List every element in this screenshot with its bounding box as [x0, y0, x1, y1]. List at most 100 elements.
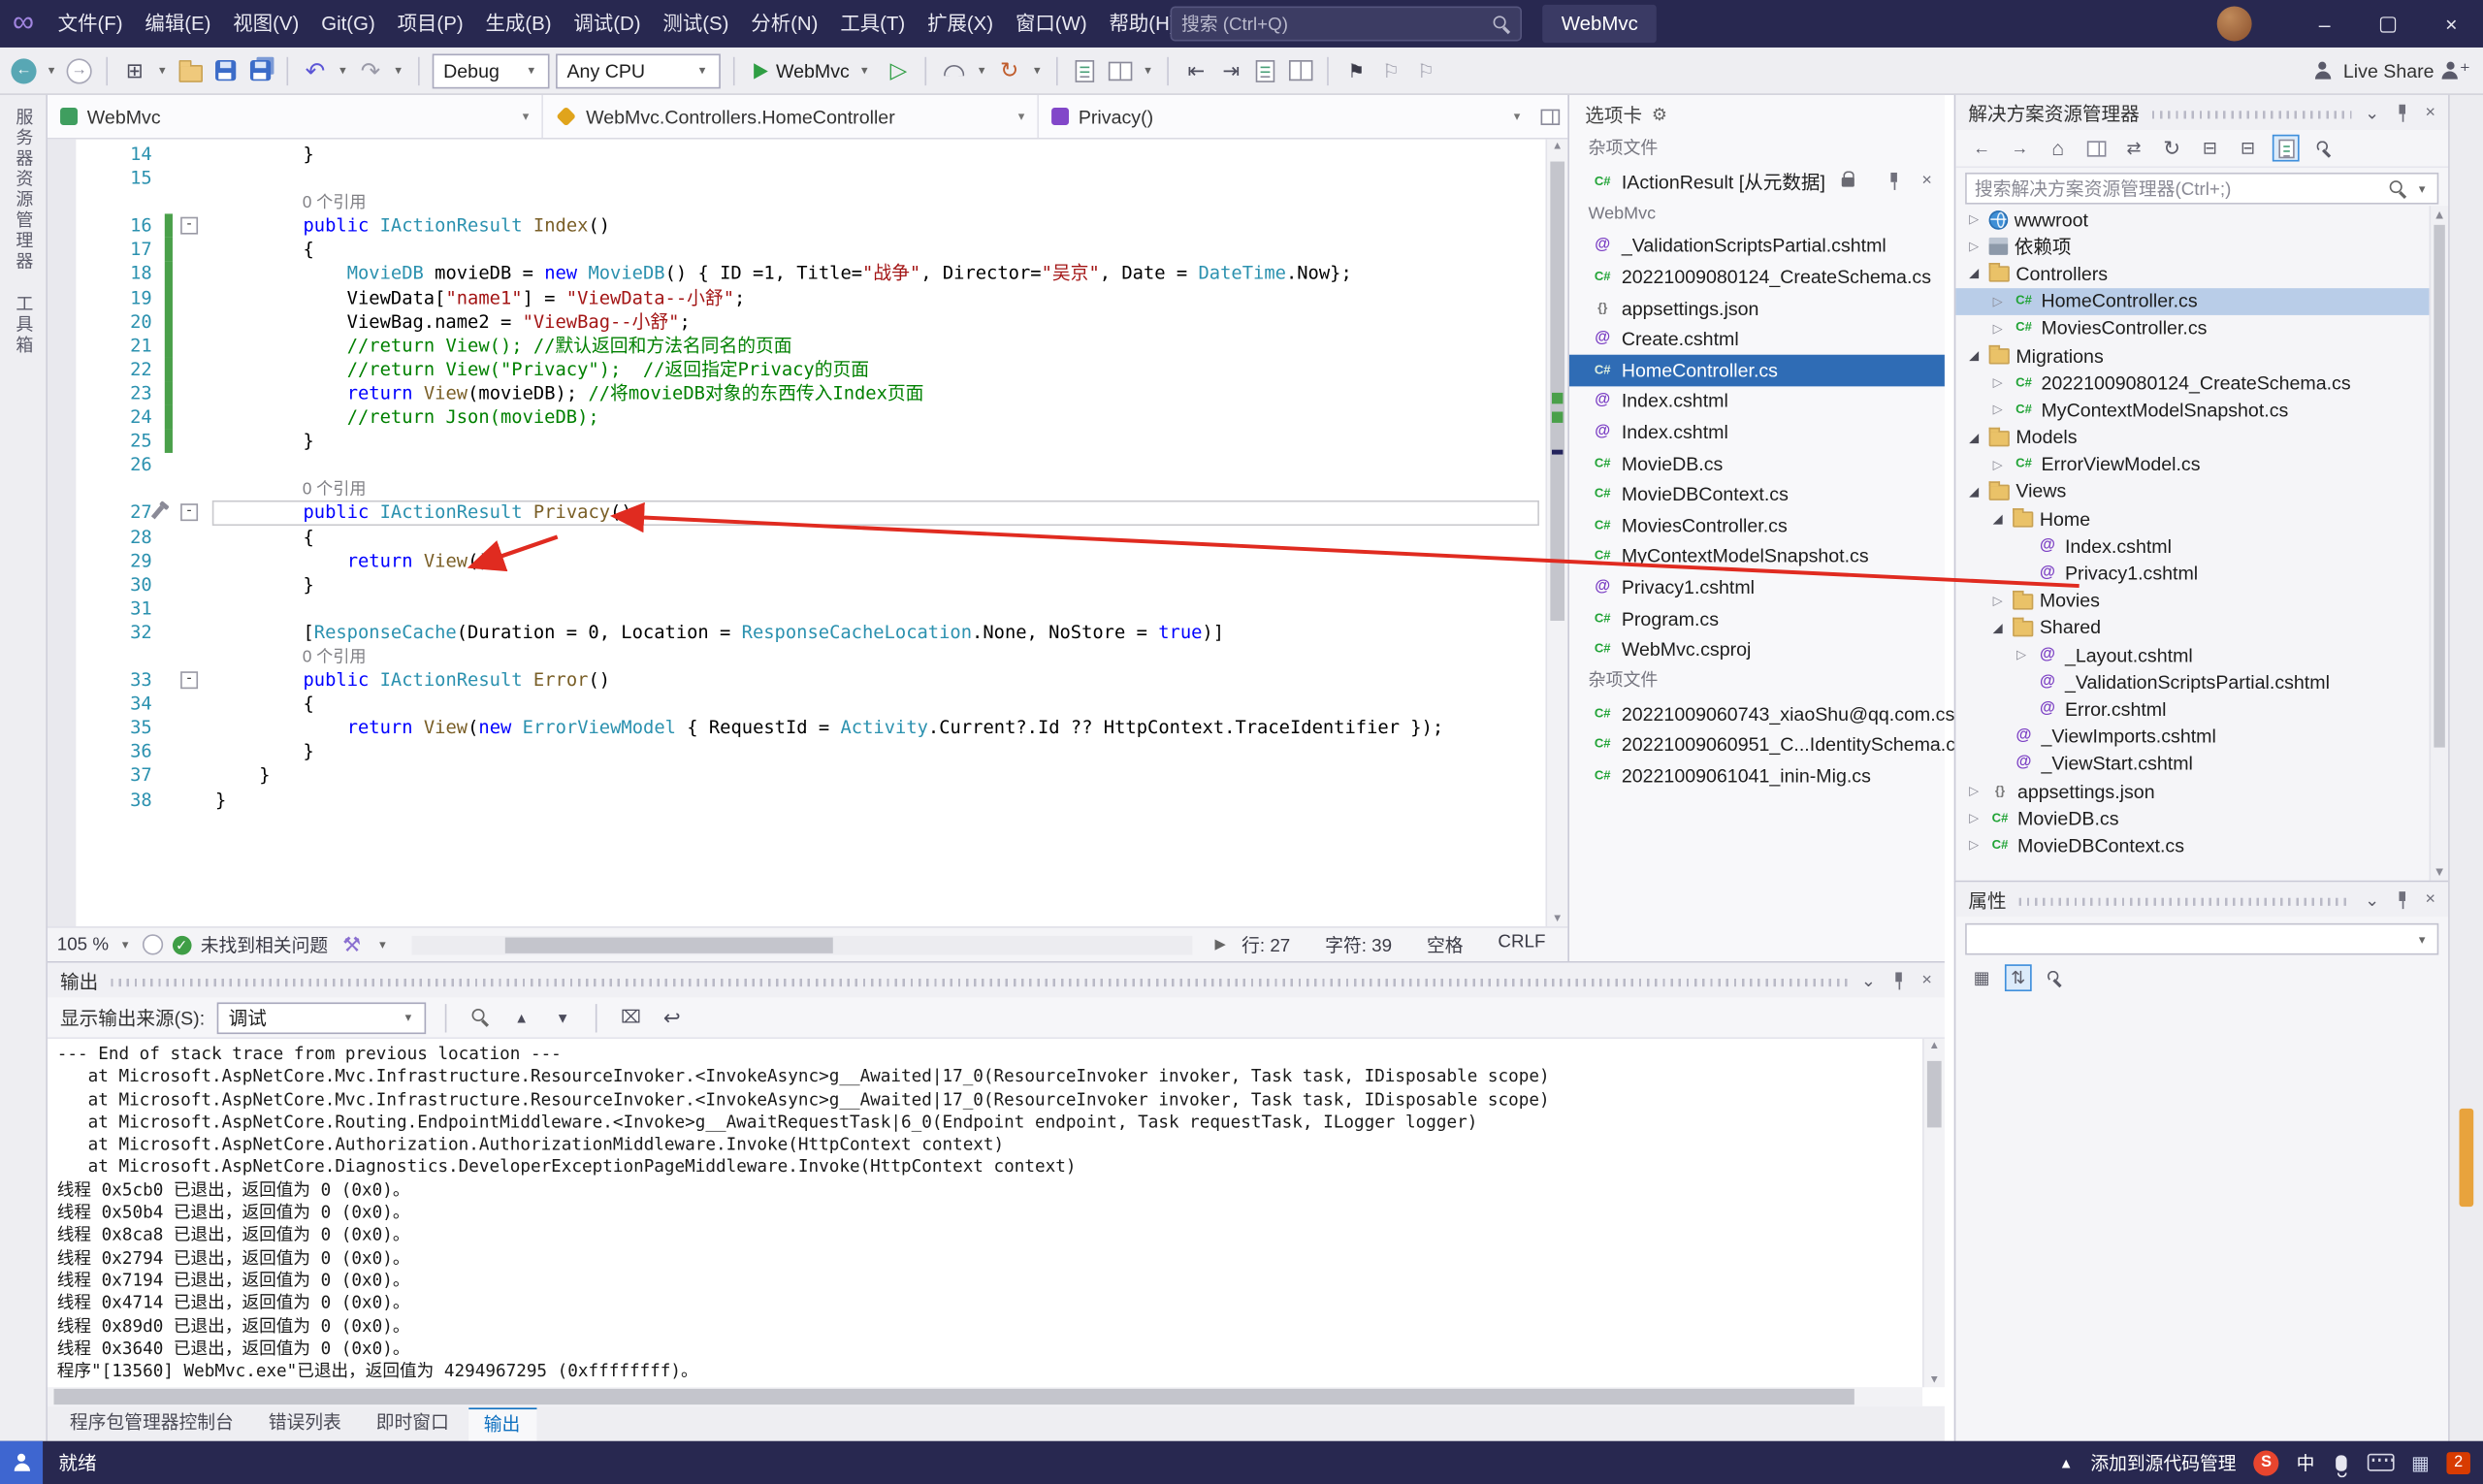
pin-icon[interactable] [1891, 972, 1906, 989]
navigate-dropdown-icon[interactable]: ▾ [45, 63, 59, 78]
document-tab[interactable]: C#MoviesController.cs [1569, 510, 1945, 541]
tree-item[interactable]: @Privacy1.cshtml [1955, 560, 2429, 587]
properties-object-dropdown[interactable]: ▾ [1965, 923, 2438, 955]
hot-reload-button[interactable]: ↻ [995, 54, 1023, 86]
collapsed-arrow-icon[interactable]: ▷ [1989, 403, 2007, 417]
alphabetical-sort-icon[interactable]: ⇅ [2005, 964, 2032, 991]
previous-message-icon[interactable]: ▲ [507, 1002, 535, 1034]
add-to-source-control[interactable]: 添加到源代码管理 [2090, 1450, 2236, 1475]
code-cleanup-icon[interactable]: ⚒ [338, 929, 366, 961]
new-project-button[interactable]: ⊞ [120, 54, 148, 86]
codelens-references[interactable]: 0 个引用 [303, 646, 367, 670]
document-tab[interactable]: C#20221009061041_inin-Mig.cs [1569, 760, 1945, 791]
gear-icon[interactable]: ⚙ [1652, 104, 1667, 124]
scrollbar-thumb[interactable] [1550, 162, 1564, 621]
editor-vertical-scrollbar[interactable]: ▲ ▼ [1545, 140, 1567, 926]
tree-item[interactable]: ◢Shared [1955, 614, 2429, 641]
menu-item[interactable]: 编辑(E) [134, 0, 222, 48]
expanded-arrow-icon[interactable]: ◢ [1965, 485, 1983, 500]
start-without-debugging-button[interactable]: ▷ [885, 54, 913, 86]
property-pages-icon[interactable] [2041, 964, 2068, 991]
tool-tab-错误列表[interactable]: 错误列表 [252, 1407, 357, 1439]
collapsed-arrow-icon[interactable]: ▷ [1965, 240, 1983, 254]
categorized-icon[interactable]: ▦ [1968, 964, 1995, 991]
output-horizontal-scrollbar[interactable] [48, 1387, 1922, 1406]
collapsed-arrow-icon[interactable]: ▷ [1989, 321, 2007, 336]
drag-grip[interactable] [2152, 111, 2352, 118]
tool-tab-程序包管理器控制台[interactable]: 程序包管理器控制台 [54, 1407, 250, 1439]
redo-button[interactable]: ↷ [356, 54, 384, 86]
next-message-icon[interactable]: ▼ [548, 1002, 576, 1034]
expanded-arrow-icon[interactable]: ◢ [1989, 621, 2007, 635]
member-dropdown[interactable]: Privacy() ▾ [1039, 95, 1532, 138]
split-editor-icon[interactable] [1532, 95, 1567, 138]
output-vertical-scrollbar[interactable]: ▲ ▼ [1922, 1039, 1945, 1387]
tree-item[interactable]: ◢Views [1955, 478, 2429, 505]
document-tab[interactable]: C#HomeController.cs [1569, 355, 1945, 386]
keyboard-icon[interactable] [2367, 1454, 2394, 1471]
tree-item[interactable]: ▷C#HomeController.cs [1955, 287, 2429, 314]
document-tab[interactable]: {}appsettings.json [1569, 293, 1945, 324]
tool-tab-即时窗口[interactable]: 即时窗口 [360, 1407, 465, 1439]
live-share-label[interactable]: Live Share [2343, 59, 2435, 81]
notifications-badge[interactable]: 2 [2446, 1452, 2469, 1474]
tree-item[interactable]: @Error.cshtml [1955, 695, 2429, 723]
pin-icon[interactable] [2395, 104, 2409, 121]
split-window-button[interactable] [1106, 54, 1134, 86]
microphone-icon[interactable] [2336, 1455, 2346, 1470]
close-icon[interactable]: × [2426, 890, 2436, 908]
collapsed-arrow-icon[interactable]: ▷ [2013, 648, 2030, 662]
codelens-references[interactable]: 0 个引用 [303, 479, 367, 503]
collapsed-arrow-icon[interactable]: ▷ [1965, 811, 1983, 825]
find-in-files-button[interactable] [1071, 54, 1099, 86]
quick-search-input[interactable]: 搜索 (Ctrl+Q) [1171, 7, 1522, 42]
spaces-indicator[interactable]: 空格 [1427, 932, 1464, 957]
find-message-icon[interactable] [467, 1002, 495, 1034]
properties-wrench-icon[interactable] [2310, 135, 2338, 162]
zoom-dropdown[interactable]: 105 % [57, 935, 109, 954]
menu-item[interactable]: 视图(V) [222, 0, 310, 48]
line-indicator[interactable]: 行: 27 [1242, 932, 1290, 957]
tree-item[interactable]: ▷C#MoviesController.cs [1955, 314, 2429, 341]
menu-item[interactable]: 测试(S) [652, 0, 740, 48]
close-icon[interactable]: × [1921, 972, 1932, 989]
collapsed-arrow-icon[interactable]: ▷ [1965, 838, 1983, 853]
document-tab[interactable]: @Privacy1.cshtml [1569, 572, 1945, 603]
forward-icon[interactable]: → [2007, 135, 2034, 162]
tree-item[interactable]: @_ViewStart.cshtml [1955, 750, 2429, 777]
tool-tab-输出[interactable]: 输出 [468, 1407, 535, 1440]
menu-item[interactable]: 调试(D) [563, 0, 652, 48]
tree-item[interactable]: ◢Models [1955, 424, 2429, 451]
document-tab[interactable]: @Index.cshtml [1569, 386, 1945, 417]
hot-reload-dropdown-icon[interactable]: ▾ [1030, 63, 1045, 78]
expanded-arrow-icon[interactable]: ◢ [1965, 430, 1983, 444]
save-all-button[interactable] [245, 54, 274, 86]
collapsed-arrow-icon[interactable]: ▷ [1965, 784, 1983, 798]
fold-toggle-icon[interactable]: - [180, 504, 198, 522]
add-user-icon[interactable]: ⁺ [2440, 54, 2470, 86]
column-indicator[interactable]: 字符: 39 [1325, 932, 1392, 957]
performance-profiler-button[interactable] [940, 54, 968, 86]
scrollbar-thumb[interactable] [54, 1389, 1854, 1404]
refresh-icon[interactable]: ↻ [2158, 135, 2185, 162]
document-health-icon[interactable] [142, 934, 162, 954]
document-tab[interactable]: C#MyContextModelSnapshot.cs [1569, 541, 1945, 572]
indent-increase-button[interactable]: ⇥ [1217, 54, 1245, 86]
tree-item[interactable]: ▷C#MovieDBContext.cs [1955, 832, 2429, 859]
solution-explorer-scrollbar[interactable]: ▲ ▼ [2429, 206, 2448, 881]
open-file-button[interactable] [176, 54, 204, 86]
start-debugging-button[interactable]: WebMvc ▾ [748, 59, 879, 81]
drag-grip[interactable] [2019, 898, 2352, 906]
close-button[interactable]: × [2420, 0, 2483, 48]
menu-item[interactable]: 扩展(X) [917, 0, 1005, 48]
publish-chevron-icon[interactable]: ▲ [2059, 1455, 2074, 1470]
document-tab[interactable]: C#20221009080124_CreateSchema.cs [1569, 262, 1945, 293]
expanded-arrow-icon[interactable]: ◢ [1965, 348, 1983, 363]
document-tab[interactable]: C#Program.cs [1569, 603, 1945, 634]
quick-actions-icon[interactable] [151, 506, 164, 520]
line-ending-indicator[interactable]: CRLF [1498, 932, 1545, 957]
account-avatar[interactable] [2217, 7, 2252, 42]
close-icon[interactable]: × [2426, 104, 2436, 121]
tree-item[interactable]: ▷C#20221009080124_CreateSchema.cs [1955, 370, 2429, 397]
menu-item[interactable]: Git(G) [310, 0, 386, 48]
